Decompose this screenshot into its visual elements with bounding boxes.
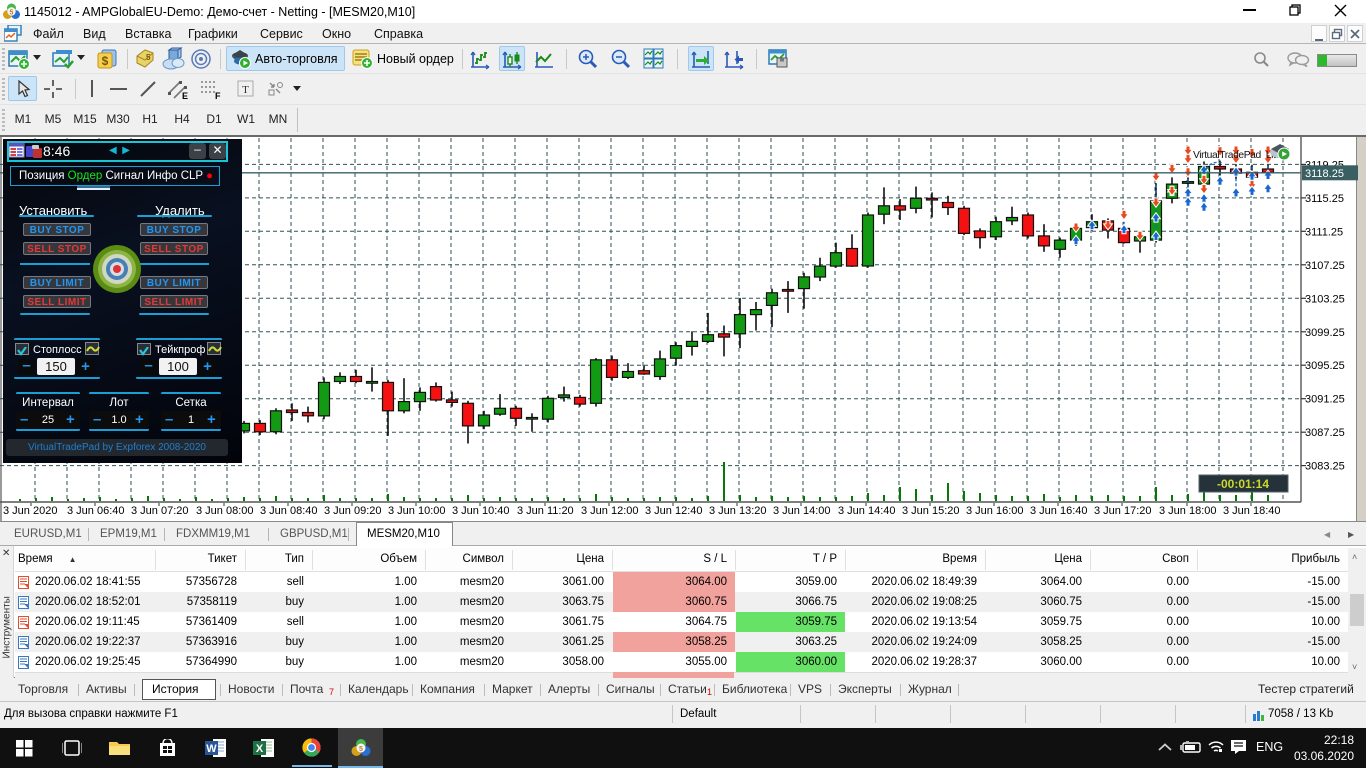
svg-text:5: 5 bbox=[10, 10, 14, 17]
svg-text:3087.25: 3087.25 bbox=[1305, 427, 1345, 439]
svg-text:3 Jun 2020: 3 Jun 2020 bbox=[3, 505, 57, 517]
svg-text:3 Jun 07:20: 3 Jun 07:20 bbox=[131, 505, 189, 517]
svg-text:3 Jun 09:20: 3 Jun 09:20 bbox=[324, 505, 382, 517]
svg-text:3103.25: 3103.25 bbox=[1305, 293, 1345, 305]
svg-text:5: 5 bbox=[359, 746, 363, 753]
svg-text:X: X bbox=[256, 743, 264, 755]
svg-text:5: 5 bbox=[146, 53, 151, 62]
svg-text:3099.25: 3099.25 bbox=[1305, 327, 1345, 339]
svg-text:W: W bbox=[206, 743, 217, 755]
svg-text:3 Jun 17:20: 3 Jun 17:20 bbox=[1094, 505, 1152, 517]
svg-text:3 Jun 10:40: 3 Jun 10:40 bbox=[452, 505, 510, 517]
svg-text:3 Jun 14:00: 3 Jun 14:00 bbox=[773, 505, 831, 517]
svg-text:3 Jun 08:40: 3 Jun 08:40 bbox=[260, 505, 318, 517]
svg-text:3 Jun 14:40: 3 Jun 14:40 bbox=[838, 505, 896, 517]
svg-text:3 Jun 10:00: 3 Jun 10:00 bbox=[388, 505, 446, 517]
svg-text:3091.25: 3091.25 bbox=[1305, 394, 1345, 406]
svg-text:3 Jun 12:00: 3 Jun 12:00 bbox=[581, 505, 639, 517]
svg-text:3 Jun 18:00: 3 Jun 18:00 bbox=[1159, 505, 1217, 517]
svg-text:3 Jun 16:00: 3 Jun 16:00 bbox=[966, 505, 1024, 517]
svg-text:3 Jun 12:40: 3 Jun 12:40 bbox=[645, 505, 703, 517]
svg-text:3 Jun 13:20: 3 Jun 13:20 bbox=[709, 505, 767, 517]
svg-text:-00:01:14: -00:01:14 bbox=[1217, 477, 1269, 491]
svg-text:3111.25: 3111.25 bbox=[1305, 226, 1343, 238]
svg-text:VirtualTradePad Lite: VirtualTradePad Lite bbox=[1193, 150, 1281, 161]
svg-text:3095.25: 3095.25 bbox=[1305, 360, 1345, 372]
svg-text:3115.25: 3115.25 bbox=[1305, 193, 1344, 205]
svg-text:$: $ bbox=[102, 54, 109, 68]
svg-text:T: T bbox=[242, 84, 249, 96]
svg-text:E: E bbox=[182, 91, 188, 100]
svg-text:3 Jun 11:20: 3 Jun 11:20 bbox=[517, 505, 574, 517]
svg-text:F: F bbox=[215, 91, 221, 100]
svg-text:3107.25: 3107.25 bbox=[1305, 260, 1345, 272]
svg-text:3 Jun 08:00: 3 Jun 08:00 bbox=[196, 505, 254, 517]
svg-text:3 Jun 15:20: 3 Jun 15:20 bbox=[902, 505, 960, 517]
svg-text:3 Jun 18:40: 3 Jun 18:40 bbox=[1223, 505, 1281, 517]
svg-text:3 Jun 06:40: 3 Jun 06:40 bbox=[67, 505, 125, 517]
svg-text:3083.25: 3083.25 bbox=[1305, 461, 1345, 473]
svg-text:3118.25: 3118.25 bbox=[1305, 168, 1344, 180]
svg-text:3 Jun 16:40: 3 Jun 16:40 bbox=[1030, 505, 1088, 517]
